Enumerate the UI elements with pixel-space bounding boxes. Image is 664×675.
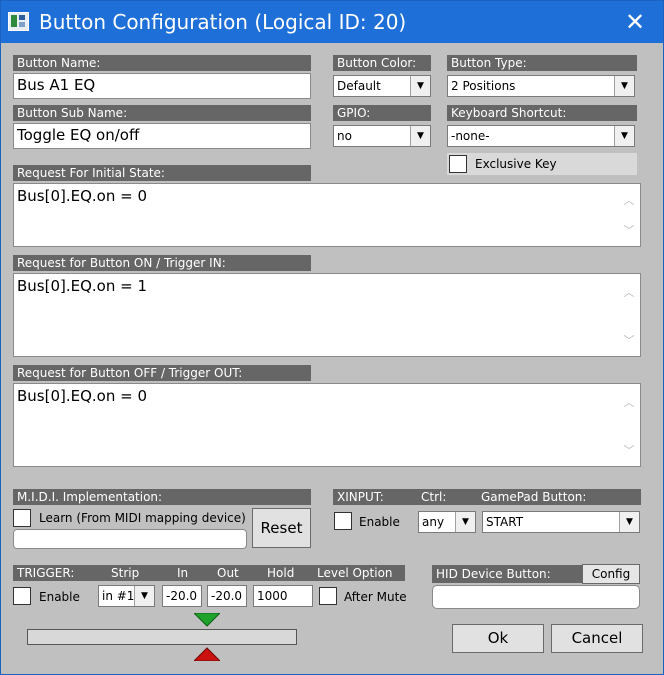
button-type-label: Button Type: (447, 55, 637, 71)
trigger-out-label: Out (217, 566, 239, 580)
xinput-gamepad-label: GamePad Button: (481, 490, 587, 504)
reset-button[interactable]: Reset (252, 508, 311, 548)
button-on-textarea[interactable]: Bus[0].EQ.on = 1 ︿ ﹀ (13, 273, 641, 357)
button-sub-name-label: Button Sub Name: (13, 105, 311, 121)
scroll-up-icon[interactable]: ︿ (622, 195, 636, 206)
initial-state-textarea[interactable]: Bus[0].EQ.on = 0 ︿ ﹀ (13, 183, 641, 247)
trigger-strip-value: in #1 (102, 589, 135, 603)
xinput-ctrl-value: any (422, 515, 445, 529)
midi-learn-label: Learn (From MIDI mapping device) (39, 511, 246, 525)
hid-device-field[interactable] (432, 585, 640, 609)
scroll-up-icon[interactable]: ︿ (622, 397, 636, 408)
chevron-down-icon[interactable]: ▼ (134, 586, 154, 606)
hid-config-button[interactable]: Config (582, 564, 640, 584)
button-on-scrollbar[interactable]: ︿ ﹀ (618, 274, 640, 356)
xinput-ctrl-dropdown[interactable]: any ▼ (418, 511, 476, 533)
button-off-scrollbar[interactable]: ︿ ﹀ (618, 384, 640, 466)
trigger-enable-checkbox[interactable] (13, 587, 31, 605)
trigger-hold-input[interactable]: 1000 (253, 585, 313, 607)
xinput-enable-checkbox[interactable] (334, 512, 352, 530)
gamepad-button-dropdown[interactable]: START ▼ (482, 511, 640, 533)
trigger-level-option-label: Level Option (317, 566, 393, 580)
button-on-value: Bus[0].EQ.on = 1 (17, 277, 148, 295)
trigger-enable-label: Enable (39, 590, 80, 604)
dialog-body: Button Name: Bus A1 EQ Button Color: Def… (1, 43, 663, 674)
trigger-in-input[interactable]: -20.0 (162, 585, 202, 607)
title-bar: Button Configuration (Logical ID: 20) ✕ (1, 1, 663, 43)
button-color-dropdown[interactable]: Default ▼ (333, 75, 431, 97)
button-name-label: Button Name: (13, 55, 311, 71)
trigger-level-meter[interactable] (27, 629, 297, 645)
ok-button[interactable]: Ok (452, 624, 544, 653)
chevron-down-icon[interactable]: ▼ (455, 512, 475, 532)
exclusive-key-label: Exclusive Key (475, 157, 557, 171)
xinput-enable-label: Enable (359, 515, 400, 529)
initial-state-label: Request For Initial State: (13, 165, 311, 181)
midi-label: M.I.D.I. Implementation: (13, 489, 311, 505)
after-mute-label: After Mute (344, 590, 407, 604)
xinput-ctrl-label: Ctrl: (421, 490, 447, 504)
trigger-hold-label: Hold (267, 566, 295, 580)
trigger-out-marker-icon[interactable] (194, 647, 220, 661)
button-configuration-dialog: Button Configuration (Logical ID: 20) ✕ … (0, 0, 664, 675)
trigger-label: TRIGGER: (17, 566, 75, 580)
trigger-in-label: In (177, 566, 189, 580)
close-icon[interactable]: ✕ (613, 3, 657, 41)
after-mute-checkbox[interactable] (319, 587, 337, 605)
gpio-label: GPIO: (333, 105, 431, 121)
midi-mapping-field[interactable] (13, 529, 247, 549)
button-color-label: Button Color: (333, 55, 431, 71)
button-type-dropdown[interactable]: 2 Positions ▼ (447, 75, 635, 97)
exclusive-key-checkbox[interactable] (449, 155, 467, 173)
keyboard-shortcut-value: -none- (451, 129, 490, 143)
chevron-down-icon[interactable]: ▼ (614, 76, 634, 96)
button-sub-name-input[interactable]: Toggle EQ on/off (13, 123, 311, 149)
gpio-dropdown[interactable]: no ▼ (333, 125, 431, 147)
scroll-down-icon[interactable]: ﹀ (622, 335, 636, 346)
keyboard-shortcut-dropdown[interactable]: -none- ▼ (447, 125, 635, 147)
gamepad-button-value: START (486, 515, 524, 529)
trigger-header: TRIGGER: Strip In Out Hold Level Option (13, 565, 405, 581)
button-name-input[interactable]: Bus A1 EQ (13, 73, 311, 99)
app-icon (8, 12, 29, 31)
chevron-down-icon[interactable]: ▼ (614, 126, 634, 146)
cancel-button[interactable]: Cancel (551, 624, 643, 653)
chevron-down-icon[interactable]: ▼ (619, 512, 639, 532)
button-off-value: Bus[0].EQ.on = 0 (17, 387, 148, 405)
scroll-down-icon[interactable]: ﹀ (622, 445, 636, 456)
trigger-strip-label: Strip (111, 566, 140, 580)
button-on-label: Request for Button ON / Trigger IN: (13, 255, 311, 271)
initial-state-scrollbar[interactable]: ︿ ﹀ (618, 184, 640, 246)
button-color-value: Default (337, 79, 381, 93)
gpio-value: no (337, 129, 352, 143)
button-type-value: 2 Positions (451, 79, 516, 93)
trigger-out-input[interactable]: -20.0 (207, 585, 247, 607)
window-title: Button Configuration (Logical ID: 20) (39, 10, 407, 34)
chevron-down-icon[interactable]: ▼ (410, 126, 430, 146)
scroll-down-icon[interactable]: ﹀ (622, 225, 636, 236)
xinput-label: XINPUT: (337, 490, 384, 504)
keyboard-shortcut-label: Keyboard Shortcut: (447, 105, 637, 121)
midi-learn-checkbox[interactable] (13, 509, 31, 527)
trigger-strip-dropdown[interactable]: in #1 ▼ (98, 585, 155, 607)
trigger-in-marker-icon[interactable] (194, 613, 220, 627)
chevron-down-icon[interactable]: ▼ (410, 76, 430, 96)
xinput-header: XINPUT: Ctrl: GamePad Button: (333, 489, 641, 505)
button-off-textarea[interactable]: Bus[0].EQ.on = 0 ︿ ﹀ (13, 383, 641, 467)
initial-state-value: Bus[0].EQ.on = 0 (17, 187, 148, 205)
scroll-up-icon[interactable]: ︿ (622, 287, 636, 298)
button-off-label: Request for Button OFF / Trigger OUT: (13, 365, 311, 381)
